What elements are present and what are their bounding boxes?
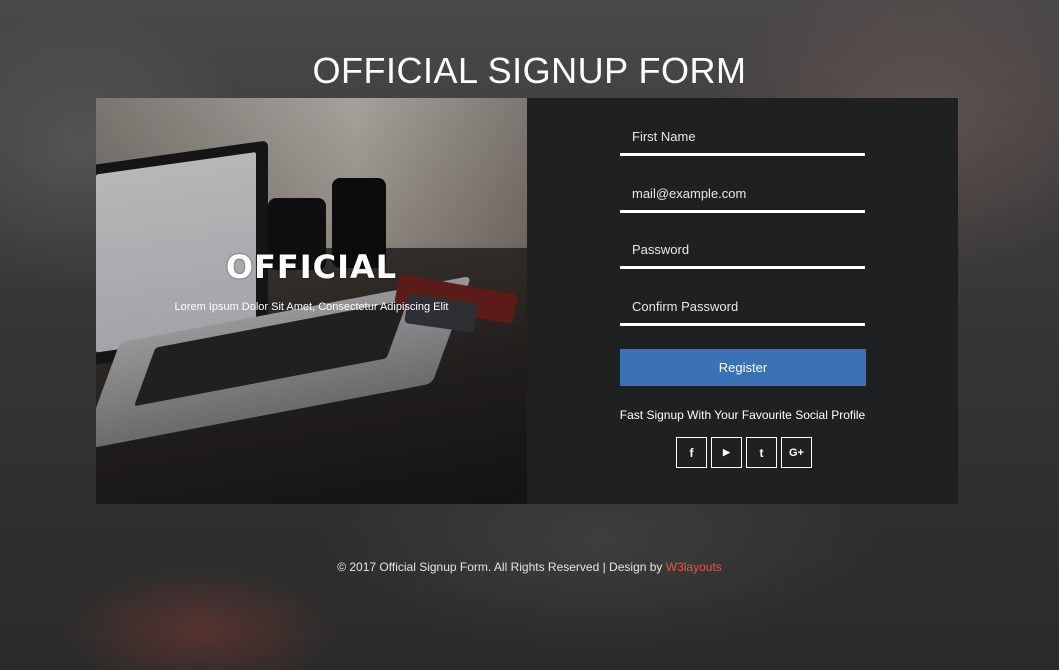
footer: © 2017 Official Signup Form. All Rights …: [0, 560, 1059, 574]
hero-panel: OFFICIAL Lorem Ipsum Dolor Sit Amet, Con…: [96, 98, 527, 504]
google-plus-icon[interactable]: G+: [781, 437, 812, 468]
page-title: OFFICIAL SIGNUP FORM: [312, 50, 747, 92]
register-button[interactable]: Register: [620, 349, 866, 386]
brand-logo-text: OFFICIAL: [225, 248, 398, 286]
confirm-password-input[interactable]: [620, 299, 865, 314]
password-input[interactable]: [620, 242, 865, 257]
first-name-input[interactable]: [620, 129, 865, 144]
footer-text: © 2017 Official Signup Form. All Rights …: [337, 560, 666, 574]
first-name-field: [620, 120, 865, 156]
youtube-icon[interactable]: ▶: [711, 437, 742, 468]
form-panel: Register Fast Signup With Your Favourite…: [527, 98, 958, 504]
facebook-icon[interactable]: f: [676, 437, 707, 468]
email-input[interactable]: [620, 186, 865, 201]
signup-card: OFFICIAL Lorem Ipsum Dolor Sit Amet, Con…: [96, 98, 958, 504]
twitter-icon[interactable]: t: [746, 437, 777, 468]
footer-link[interactable]: W3layouts: [666, 560, 722, 574]
email-field: [620, 177, 865, 213]
confirm-password-field: [620, 290, 865, 326]
password-field: [620, 233, 865, 269]
social-signup-text: Fast Signup With Your Favourite Social P…: [619, 408, 866, 422]
social-buttons: f ▶ t G+: [676, 437, 812, 468]
hero-tagline: Lorem Ipsum Dolor Sit Amet, Consectetur …: [174, 301, 449, 313]
